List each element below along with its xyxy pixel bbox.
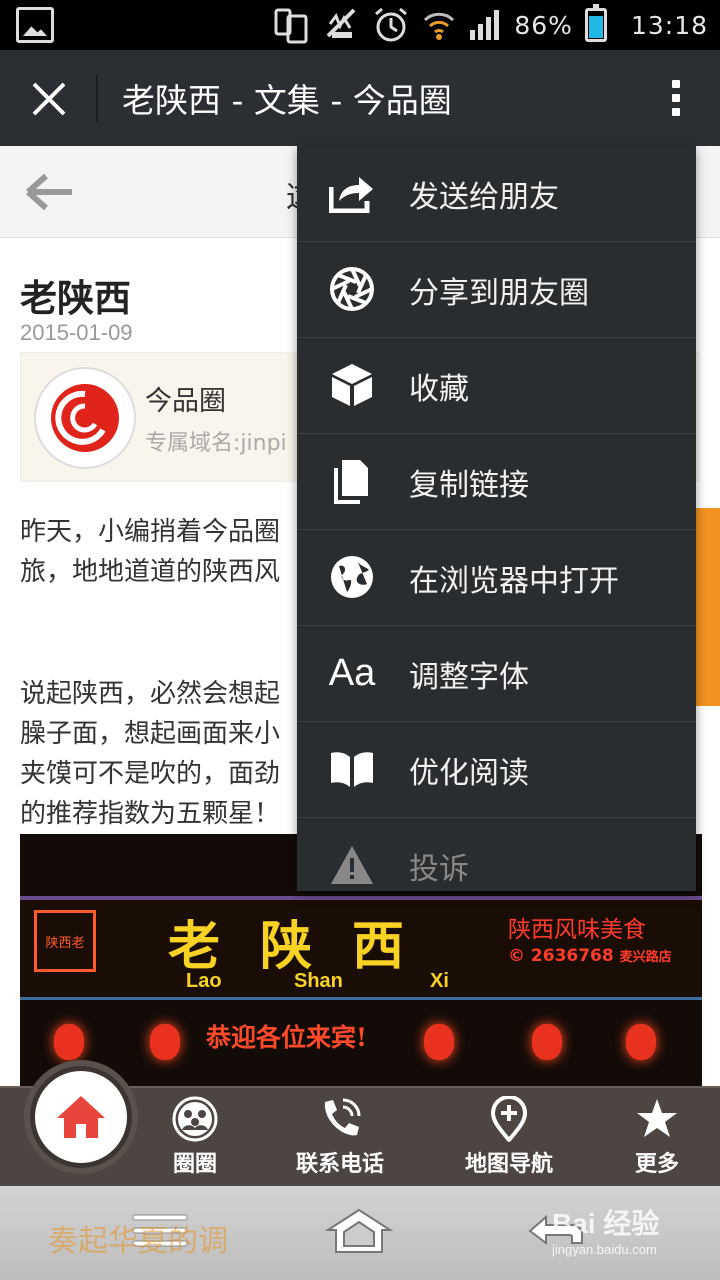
home-button[interactable] — [24, 1060, 138, 1174]
article-title: 老陕西 — [20, 277, 131, 320]
map-pin-icon — [486, 1096, 532, 1142]
phone-icon — [317, 1096, 363, 1142]
status-bar: 86% 13:18 — [0, 0, 720, 50]
bottom-toolbar: 圈圈 联系电话 地图导航 更多 — [0, 1060, 720, 1186]
warning-icon — [327, 840, 377, 890]
phone-sync-icon — [274, 6, 310, 44]
baidu-watermark: Bai 经验 — [552, 1208, 660, 1239]
star-icon — [634, 1096, 680, 1142]
side-tab[interactable] — [696, 508, 720, 706]
home-icon — [57, 1096, 105, 1138]
copy-document-icon — [327, 456, 377, 506]
vibrate-off-icon — [322, 6, 360, 44]
page-title: 老陕西 - 文集 - 今品圈 — [122, 81, 452, 120]
baidu-watermark-url: jingyan.baidu.com — [552, 1242, 657, 1257]
system-nav-bar: 奏起华夏的调 Bai 经验 jingyan.baidu.com — [0, 1186, 720, 1280]
share-forward-icon — [327, 168, 377, 218]
overflow-menu: 发送给朋友 分享到朋友圈 收藏 复制链接 在浏览器中打开 Aa 调整字体 优化阅… — [297, 146, 696, 891]
people-circle-icon — [172, 1096, 218, 1142]
toolbar-circle[interactable]: 圈圈 — [172, 1096, 218, 1178]
author-logo — [34, 367, 136, 469]
gallery-notification-icon — [16, 7, 54, 43]
overlay-caption: 奏起华夏的调 — [48, 1224, 228, 1259]
sign-phone: © 2636768 麦兴路店 — [508, 946, 672, 966]
menu-item-optimize-reading[interactable]: 优化阅读 — [297, 722, 696, 818]
author-name: 今品圈 — [145, 386, 226, 417]
restaurant-sign: 陕西老 老陕西 Lao Shan Xi 陕西风味美食 © 2636768 麦兴路… — [20, 896, 702, 1000]
wifi-icon — [422, 6, 456, 44]
toolbar-more[interactable]: 更多 — [634, 1096, 680, 1178]
sign-side-text: 陕西风味美食 — [508, 917, 646, 943]
sign-title: 老陕西 — [168, 916, 445, 977]
sign-pinyin-2: Shan — [294, 970, 343, 992]
article-date: 2015-01-09 — [20, 320, 133, 345]
battery-icon — [584, 4, 607, 42]
menu-item-adjust-font[interactable]: Aa 调整字体 — [297, 626, 696, 722]
battery-percent: 86% — [514, 10, 573, 40]
font-size-icon: Aa — [328, 651, 376, 694]
title-divider — [96, 74, 98, 122]
author-domain: 专属域名:jinpi — [145, 431, 287, 456]
alarm-clock-icon — [372, 6, 410, 44]
toolbar-map[interactable]: 地图导航 — [465, 1096, 553, 1178]
menu-item-copy-link[interactable]: 复制链接 — [297, 434, 696, 530]
sign-seal: 陕西老 — [34, 910, 96, 972]
book-icon — [327, 744, 377, 794]
aperture-icon — [327, 264, 377, 314]
back-arrow-icon[interactable] — [24, 170, 76, 214]
sign-pinyin-3: Xi — [430, 970, 449, 992]
menu-item-send-to-friend[interactable]: 发送给朋友 — [297, 146, 696, 242]
menu-item-share-moments[interactable]: 分享到朋友圈 — [297, 242, 696, 338]
more-options-icon[interactable] — [668, 80, 684, 120]
toolbar-phone[interactable]: 联系电话 — [296, 1096, 384, 1178]
menu-item-report[interactable]: 投诉 — [297, 818, 696, 891]
sign-pinyin-1: Lao — [186, 970, 222, 992]
menu-item-favorite[interactable]: 收藏 — [297, 338, 696, 434]
welcome-banner: 恭迎各位来宾! — [206, 1023, 367, 1052]
clock: 13:18 — [630, 10, 708, 40]
home-nav-icon[interactable] — [324, 1206, 394, 1256]
close-icon[interactable] — [24, 72, 74, 124]
globe-icon — [327, 552, 377, 602]
cube-icon — [327, 360, 377, 410]
menu-item-open-in-browser[interactable]: 在浏览器中打开 — [297, 530, 696, 626]
signal-icon — [468, 6, 502, 44]
title-bar: 老陕西 - 文集 - 今品圈 — [0, 50, 720, 146]
